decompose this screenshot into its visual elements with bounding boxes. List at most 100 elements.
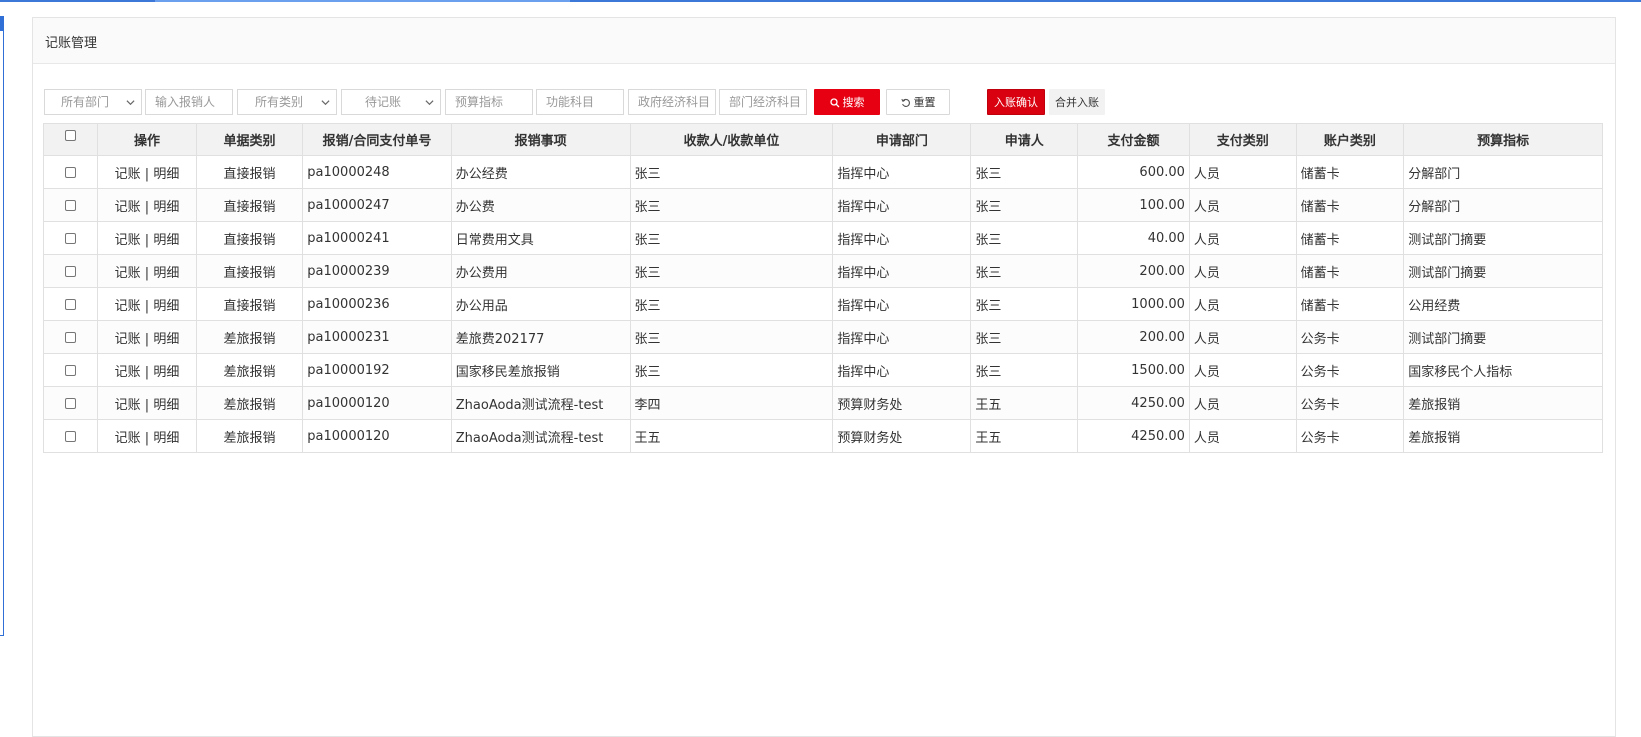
gov-econ-subject-placeholder: 政府经济科目 [638,95,711,109]
department-select-value: 所有部门 [60,95,109,109]
table-row: 记账 | 明细 差旅报销 pa10000192 国家移民差旅报销 张三 指挥中心 张三 150… [43,353,1603,387]
category-select-value: 所有类别 [254,95,303,109]
table-row: 记账 | 明细 差旅报销 pa10000120 ZhaoAoda测试流程-test 李四… [43,386,1603,420]
table-row: 记账 | 明细 直接报销 pa10000248 办公经费 张三 指挥中心 张三 600.00 人… [43,155,1603,189]
row-checkbox[interactable] [65,364,77,376]
doc-category-cell: 直接报销 [195,221,304,255]
chevron-down-icon [321,100,330,106]
reimbursement-item-cell: 办公费用 [450,254,631,288]
column-header[interactable]: 支付类别 [1188,123,1297,156]
budget-indicator-cell: 测试部门摘要 [1403,320,1603,354]
status-select[interactable]: 待记账 [341,89,441,115]
applying-department-cell: 指挥中心 [832,155,972,189]
column-header[interactable]: 报销事项 [450,123,631,156]
table-row: 记账 | 明细 差旅报销 pa10000231 差旅费202177 张三 指挥中心 张三 20… [43,320,1603,354]
doc-category-cell: 差旅报销 [195,386,304,420]
dept-econ-subject-input[interactable]: 部门经济科目 [719,89,807,115]
row-select-cell [43,221,99,255]
payment-type-cell: 人员 [1188,353,1297,387]
payee-cell: 张三 [629,188,834,222]
account-type-cell: 储蓄卡 [1295,188,1405,222]
reimburser-input[interactable]: 输入报销人 [145,89,233,115]
row-checkbox[interactable] [65,166,77,178]
search-button[interactable]: 搜索 [814,89,880,115]
payment-amount-cell: 4250.00 [1077,419,1190,453]
merge-entry-button[interactable]: 合并入账 [1049,89,1105,115]
status-select-value: 待记账 [364,95,401,109]
reset-button[interactable]: 重置 [886,89,950,115]
applying-department-cell: 指挥中心 [832,254,972,288]
function-subject-placeholder: 功能科目 [546,95,595,109]
row-checkbox[interactable] [65,199,77,211]
row-checkbox[interactable] [65,331,77,343]
action-links-cell[interactable]: 记账 | 明细 [97,419,197,453]
budget-indicator-cell: 国家移民个人指标 [1403,353,1603,387]
row-checkbox[interactable] [65,265,77,277]
row-checkbox[interactable] [65,298,77,310]
applying-department-cell: 指挥中心 [832,188,972,222]
reimburser-placeholder: 输入报销人 [155,95,216,109]
row-select-cell [43,155,99,189]
reimbursement-item-cell: 国家移民差旅报销 [450,353,631,387]
payee-cell: 张三 [629,221,834,255]
row-checkbox[interactable] [65,397,77,409]
column-header[interactable]: 报销/合同支付单号 [302,123,452,156]
column-header[interactable]: 操作 [97,123,197,156]
action-links-cell[interactable]: 记账 | 明细 [97,155,197,189]
action-links-cell[interactable]: 记账 | 明细 [97,254,197,288]
table-row: 记账 | 明细 差旅报销 pa10000120 ZhaoAoda测试流程-test 王五… [43,419,1603,453]
doc-category-cell: 直接报销 [195,155,304,189]
category-select[interactable]: 所有类别 [237,89,337,115]
payment-amount-cell: 200.00 [1077,254,1190,288]
column-header[interactable]: 申请部门 [832,123,972,156]
payment-amount-cell: 4250.00 [1077,386,1190,420]
column-header[interactable]: 支付金额 [1077,123,1190,156]
column-header[interactable]: 预算指标 [1403,123,1603,156]
row-checkbox[interactable] [65,430,77,442]
column-header[interactable]: 账户类别 [1295,123,1405,156]
payment-type-cell: 人员 [1188,221,1297,255]
payment-type-cell: 人员 [1188,254,1297,288]
table-row: 记账 | 明细 直接报销 pa10000241 日常费用文具 张三 指挥中心 张三 40.00… [43,221,1603,255]
row-select-cell [43,353,99,387]
reimbursement-item-cell: ZhaoAoda测试流程-test [450,419,631,453]
action-links-cell[interactable]: 记账 | 明细 [97,320,197,354]
table-row: 记账 | 明细 直接报销 pa10000236 办公用品 张三 指挥中心 张三 1000.00… [43,287,1603,321]
applying-department-cell: 指挥中心 [832,320,972,354]
action-links-cell[interactable]: 记账 | 明细 [97,188,197,222]
reimbursement-item-cell: 办公用品 [450,287,631,321]
doc-category-cell: 直接报销 [195,287,304,321]
reimbursement-item-cell: 差旅费202177 [450,320,631,354]
select-all-checkbox[interactable] [65,130,77,141]
reimbursement-item-cell: ZhaoAoda测试流程-test [450,386,631,420]
budget-indicator-input[interactable]: 预算指标 [445,89,533,115]
payment-number-cell: pa10000120 [302,386,452,420]
account-type-cell: 公务卡 [1295,419,1405,453]
row-select-cell [43,386,99,420]
payment-number-cell: pa10000247 [302,188,452,222]
payment-amount-cell: 100.00 [1077,188,1190,222]
account-type-cell: 储蓄卡 [1295,254,1405,288]
action-links-cell[interactable]: 记账 | 明细 [97,287,197,321]
action-links-cell[interactable]: 记账 | 明细 [97,221,197,255]
column-header[interactable]: 单据类别 [195,123,304,156]
function-subject-input[interactable]: 功能科目 [536,89,624,115]
payment-type-cell: 人员 [1188,320,1297,354]
confirm-entry-button[interactable]: 入账确认 [987,89,1045,115]
applicant-cell: 王五 [970,386,1079,420]
applicant-cell: 张三 [970,155,1079,189]
payment-number-cell: pa10000231 [302,320,452,354]
department-select[interactable]: 所有部门 [44,89,142,115]
column-header[interactable]: 申请人 [970,123,1079,156]
gov-econ-subject-input[interactable]: 政府经济科目 [628,89,716,115]
records-table: 操作 单据类别 报销/合同支付单号 报销事项 收款人/收款单位 申请部门 申请人… [43,123,1603,453]
payment-amount-cell: 1000.00 [1077,287,1190,321]
row-checkbox[interactable] [65,232,77,244]
action-links-cell[interactable]: 记账 | 明细 [97,353,197,387]
applicant-cell: 张三 [970,353,1079,387]
column-header[interactable]: 收款人/收款单位 [629,123,834,156]
doc-category-cell: 差旅报销 [195,320,304,354]
select-all-header [43,123,99,156]
budget-indicator-cell: 公用经费 [1403,287,1603,321]
action-links-cell[interactable]: 记账 | 明细 [97,386,197,420]
